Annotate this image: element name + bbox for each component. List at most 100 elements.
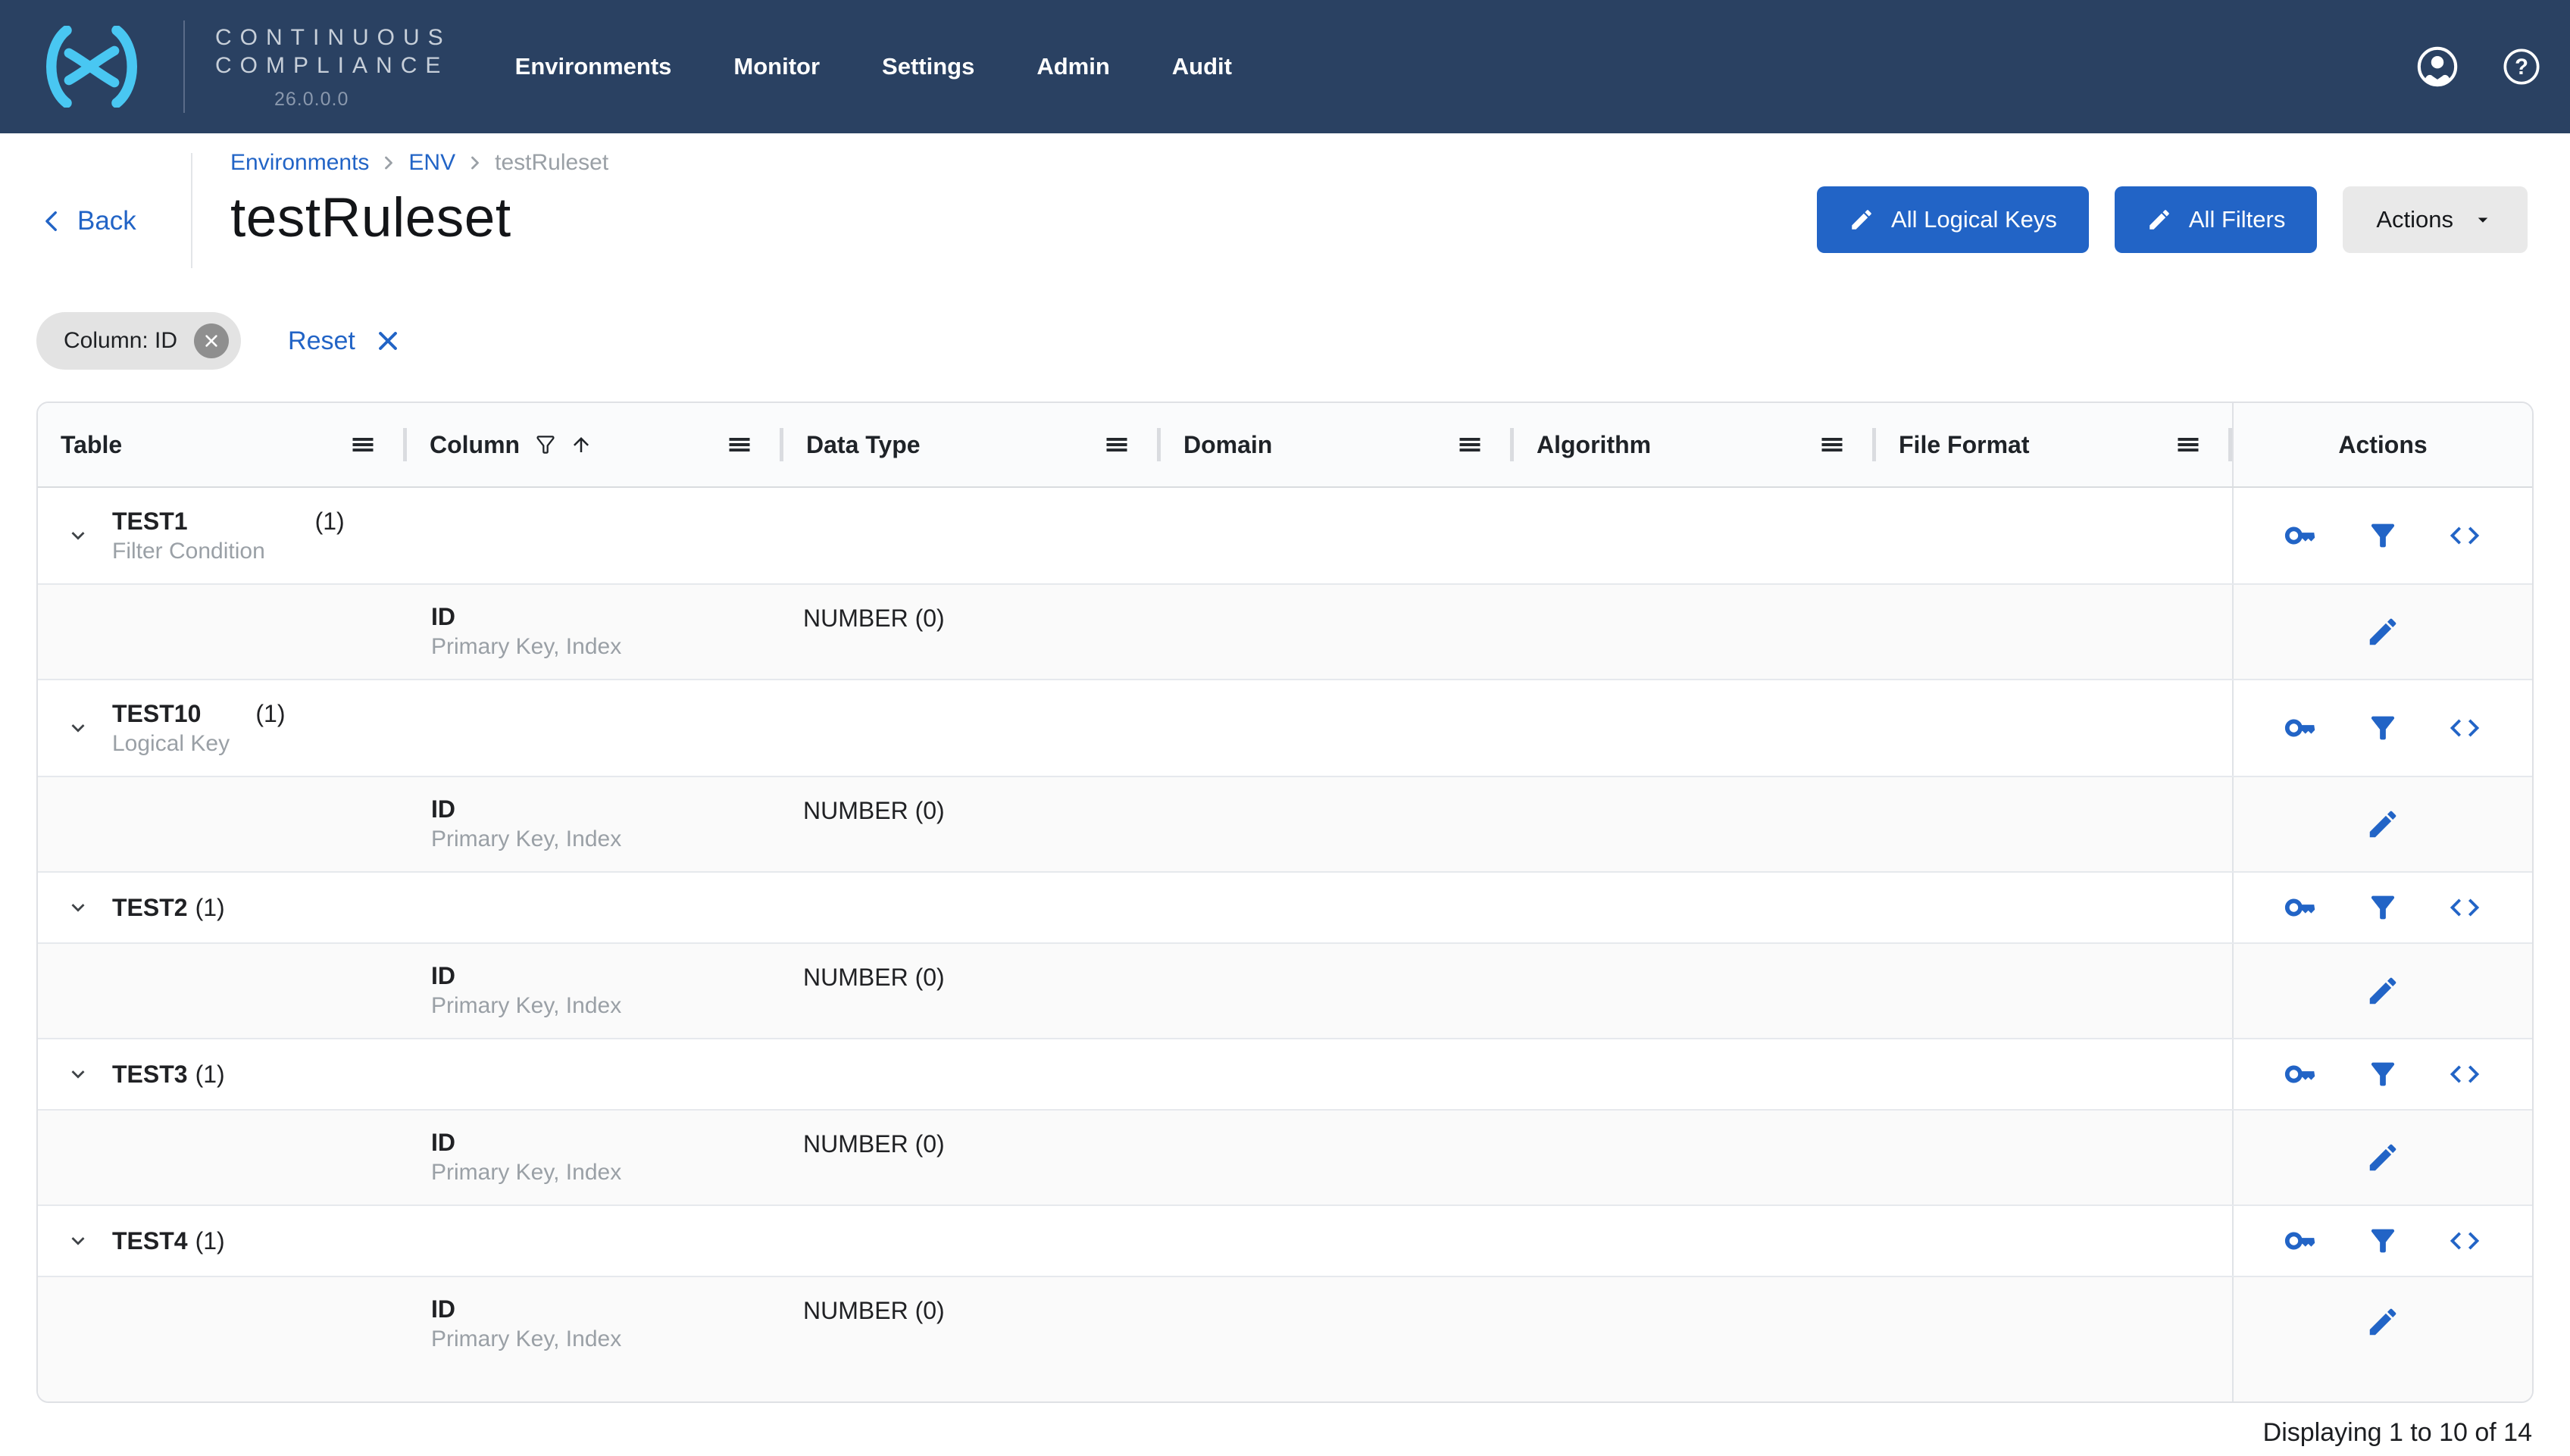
back-button[interactable]: Back (39, 206, 136, 236)
all-logical-keys-button[interactable]: All Logical Keys (1817, 186, 2089, 253)
header-label-algorithm: Algorithm (1537, 430, 1652, 458)
app-version: 26.0.0.0 (274, 88, 349, 110)
data-type-value: NUMBER (0) (803, 605, 945, 632)
expand-row-icon[interactable] (65, 523, 91, 548)
back-chevron-icon (45, 211, 57, 232)
brand-block: CONTINUOUS COMPLIANCE 26.0.0.0 (215, 23, 452, 111)
column-menu-icon[interactable] (349, 431, 377, 458)
column-attributes: Primary Key, Index (431, 1160, 622, 1185)
column-menu-icon[interactable] (2174, 431, 2202, 458)
column-menu-icon[interactable] (1456, 431, 1484, 458)
column-menu-icon[interactable] (1103, 431, 1130, 458)
table-name: TEST1 (112, 508, 188, 535)
nav-item-settings[interactable]: Settings (882, 53, 974, 80)
table-name: TEST3 (112, 1061, 188, 1088)
edit-icon[interactable] (2365, 1304, 2400, 1339)
expand-row-icon[interactable] (65, 1228, 91, 1254)
expand-row-icon[interactable] (65, 715, 91, 741)
filter-active-icon[interactable] (533, 433, 558, 457)
edit-icon[interactable] (2365, 1140, 2400, 1175)
column-attributes: Primary Key, Index (431, 993, 622, 1018)
nav-item-environments[interactable]: Environments (515, 53, 672, 80)
data-type-value: NUMBER (0) (803, 797, 945, 824)
column-name: ID (431, 1295, 455, 1323)
filter-icon[interactable] (2365, 1223, 2400, 1258)
header-label-column: Column (430, 430, 521, 458)
column-attributes: Primary Key, Index (431, 634, 622, 659)
close-icon (205, 335, 217, 347)
main-nav: Environments Monitor Settings Admin Audi… (515, 53, 1232, 80)
all-logical-keys-label: All Logical Keys (1891, 206, 2057, 233)
nav-item-admin[interactable]: Admin (1036, 53, 1109, 80)
edit-icon[interactable] (2365, 807, 2400, 842)
table-row-group-test2: TEST2 (1) (38, 873, 2532, 944)
title-block: Environments ENV testRuleset testRuleset (230, 150, 608, 249)
active-filters-row: Column: ID Reset (36, 311, 2570, 370)
close-icon (378, 332, 397, 350)
table-row-group-test1: TEST1 (1) Filter Condition (38, 488, 2532, 585)
brand-line-2: COMPLIANCE (215, 52, 449, 78)
filter-chip-label: Column: ID (64, 328, 178, 353)
filter-icon[interactable] (2365, 518, 2400, 553)
edit-icon[interactable] (2365, 973, 2400, 1008)
header-divider (191, 153, 192, 268)
column-header-column: Column (407, 403, 783, 486)
pencil-icon (1852, 210, 1871, 230)
filter-icon[interactable] (2365, 890, 2400, 925)
column-header-data-type: Data Type (783, 403, 1161, 486)
breadcrumb-separator-icon (471, 156, 480, 170)
column-name: ID (431, 603, 455, 630)
logical-key-icon[interactable] (2284, 1057, 2318, 1092)
column-menu-icon[interactable] (1818, 431, 1846, 458)
table-header-row: Table Column Data Type Domain Algorithm … (38, 403, 2532, 488)
all-filters-label: All Filters (2188, 206, 2286, 233)
code-icon[interactable] (2447, 890, 2482, 925)
filter-icon[interactable] (2365, 1057, 2400, 1092)
logical-key-icon[interactable] (2284, 518, 2318, 553)
column-header-file-format: File Format (1876, 403, 2232, 486)
filter-chip-column-id[interactable]: Column: ID (36, 312, 242, 370)
nav-item-audit[interactable]: Audit (1172, 53, 1232, 80)
delphix-logo-icon (46, 26, 137, 108)
breadcrumb-env[interactable]: ENV (408, 150, 455, 176)
column-header-domain: Domain (1161, 403, 1514, 486)
breadcrumb-separator-icon (385, 156, 393, 170)
table-name: TEST2 (112, 894, 188, 921)
table-row-test10-id: ID Primary Key, Index NUMBER (0) (38, 777, 2532, 873)
reset-filters-button[interactable]: Reset (288, 327, 401, 356)
logical-key-icon[interactable] (2284, 890, 2318, 925)
code-icon[interactable] (2447, 518, 2482, 553)
table-row-test4-id: ID Primary Key, Index NUMBER (0) (38, 1277, 2532, 1401)
user-account-icon[interactable] (2415, 45, 2459, 89)
code-icon[interactable] (2447, 1057, 2482, 1092)
logical-key-icon[interactable] (2284, 1223, 2318, 1258)
code-icon[interactable] (2447, 1223, 2482, 1258)
app-logo[interactable] (35, 26, 149, 108)
all-filters-button[interactable]: All Filters (2114, 186, 2318, 253)
logical-key-icon[interactable] (2284, 711, 2318, 745)
column-count: (1) (195, 1061, 225, 1088)
table-row-group-test3: TEST3 (1) (38, 1039, 2532, 1111)
nav-item-monitor[interactable]: Monitor (733, 53, 820, 80)
column-name: ID (431, 1129, 455, 1156)
column-menu-icon[interactable] (726, 431, 753, 458)
breadcrumb: Environments ENV testRuleset (230, 150, 608, 176)
code-icon[interactable] (2447, 711, 2482, 745)
expand-row-icon[interactable] (65, 1061, 91, 1087)
remove-filter-button[interactable] (194, 323, 230, 358)
pencil-icon (2149, 210, 2169, 230)
top-navbar: CONTINUOUS COMPLIANCE 26.0.0.0 Environme… (0, 0, 2570, 133)
sort-ascending-icon[interactable] (570, 433, 592, 456)
breadcrumb-environments[interactable]: Environments (230, 150, 369, 176)
actions-dropdown-button[interactable]: Actions (2343, 186, 2528, 253)
filter-icon[interactable] (2365, 711, 2400, 745)
table-attribute: Filter Condition (112, 539, 265, 564)
help-icon[interactable] (2502, 47, 2541, 86)
header-label-data-type: Data Type (806, 430, 921, 458)
table-row-test1-id: ID Primary Key, Index NUMBER (0) (38, 585, 2532, 680)
breadcrumb-current: testRuleset (495, 150, 609, 175)
brand-divider (183, 20, 185, 113)
edit-icon[interactable] (2365, 614, 2400, 649)
expand-row-icon[interactable] (65, 895, 91, 920)
column-header-table: Table (38, 403, 407, 486)
